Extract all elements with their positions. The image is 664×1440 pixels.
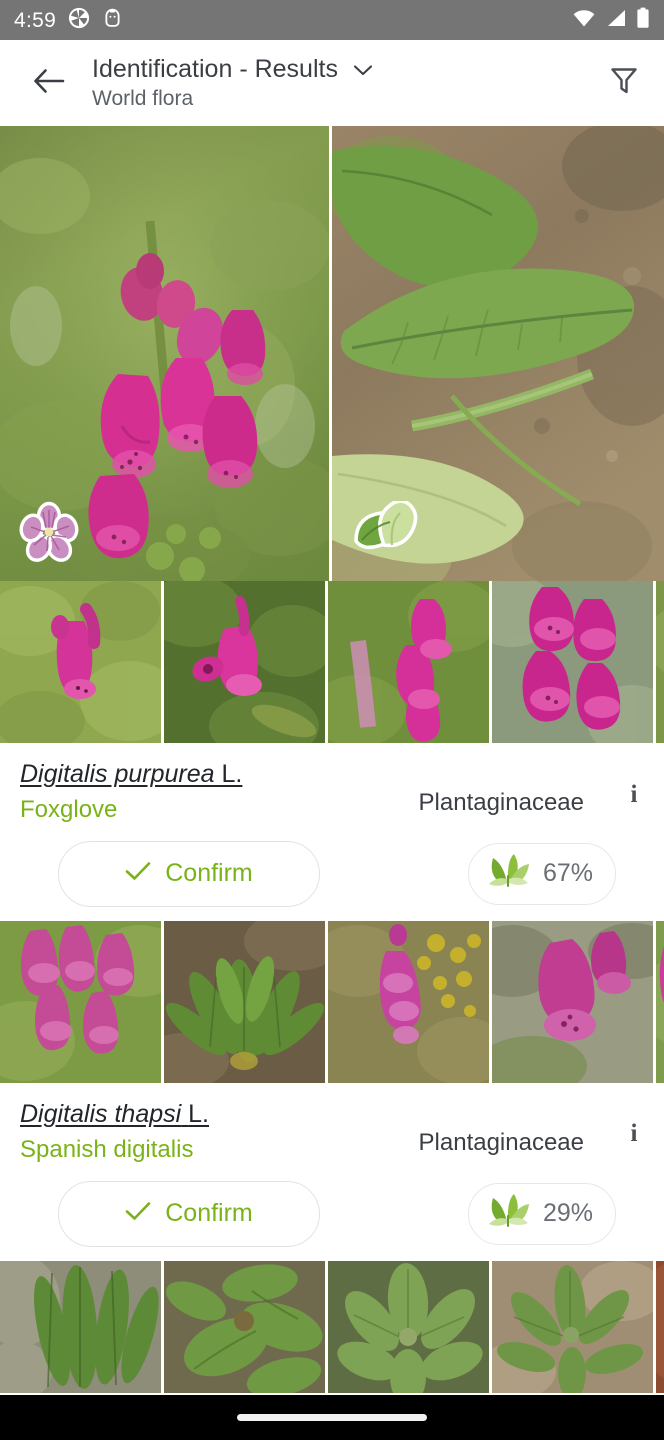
thumbnail-image[interactable]: [0, 581, 161, 743]
thumbnail-image[interactable]: [492, 920, 653, 1083]
thumbnail-image[interactable]: [0, 1260, 161, 1393]
thumbnail-image[interactable]: [492, 1260, 653, 1393]
leaf-sprig-icon: [485, 852, 531, 895]
flower-organ-icon: [18, 501, 80, 563]
confirm-label: Confirm: [165, 859, 253, 888]
family-name: Plantaginaceae: [418, 789, 584, 816]
score-badge[interactable]: 29%: [468, 1182, 616, 1245]
scientific-name[interactable]: Digitalis purpurea L.: [20, 759, 242, 789]
result-thumbnail-strip[interactable]: [0, 1260, 664, 1393]
score-value: 67%: [543, 859, 594, 888]
thumbnail-image[interactable]: [656, 1260, 664, 1393]
confirm-label: Confirm: [165, 1199, 253, 1228]
family-name: Plantaginaceae: [418, 1128, 584, 1156]
page-subtitle: World flora: [92, 87, 194, 111]
result-meta: Plantaginaceae i: [419, 1099, 644, 1158]
result-thumbnail-strip[interactable]: [0, 920, 664, 1083]
thumbnail-image[interactable]: [656, 581, 664, 743]
result-header: Digitalis thapsi L. Spanish digitalis Pl…: [20, 1099, 644, 1165]
status-bar-right: [572, 7, 650, 34]
name-author: L.: [221, 760, 243, 788]
android-face-icon: [102, 7, 123, 34]
battery-icon: [636, 7, 650, 34]
app-screen: 4:59 Identification - Results World flor…: [0, 0, 664, 1440]
check-icon: [125, 1201, 151, 1226]
thumbnail-image[interactable]: [164, 920, 325, 1083]
confirm-button[interactable]: Confirm: [58, 1180, 320, 1247]
result-header: Digitalis purpurea L. Foxglove Plantagin…: [20, 759, 644, 825]
check-icon: [125, 861, 151, 886]
query-images: [0, 126, 664, 581]
filter-funnel-icon: [609, 65, 639, 102]
result-meta: Plantaginaceae i: [419, 759, 644, 818]
thumbnail-image[interactable]: [492, 581, 653, 743]
thumbnail-image[interactable]: [328, 581, 489, 743]
score-badge[interactable]: 67%: [468, 842, 616, 905]
result-row: Digitalis purpurea L. Foxglove Plantagin…: [0, 743, 664, 921]
thumbnail-image[interactable]: [164, 581, 325, 743]
result-names: Digitalis thapsi L. Spanish digitalis: [20, 1099, 209, 1165]
result-actions: Confirm 67%: [20, 840, 644, 907]
chevron-down-icon[interactable]: [352, 63, 374, 82]
thumbnail-image[interactable]: [328, 1260, 489, 1393]
status-bar: 4:59: [0, 0, 664, 40]
back-button[interactable]: [24, 59, 72, 107]
gesture-home-handle[interactable]: [237, 1414, 427, 1421]
confirm-button[interactable]: Confirm: [58, 840, 320, 907]
score-value: 29%: [543, 1199, 594, 1228]
title-row: Identification - Results: [92, 55, 374, 84]
thumbnail-image[interactable]: [328, 920, 489, 1083]
status-bar-left: 4:59: [14, 7, 123, 34]
query-image-flower[interactable]: [0, 126, 329, 581]
result-names: Digitalis purpurea L. Foxglove: [20, 759, 242, 825]
info-icon[interactable]: i: [624, 781, 644, 807]
result-row: Digitalis thapsi L. Spanish digitalis Pl…: [0, 1082, 664, 1261]
page-title: Identification - Results: [92, 54, 338, 83]
scientific-name[interactable]: Digitalis thapsi L.: [20, 1099, 209, 1129]
thumbnail-image[interactable]: [164, 1260, 325, 1393]
wifi-icon: [572, 8, 596, 33]
leaf-organ-icon: [350, 499, 418, 563]
back-arrow-icon: [32, 67, 65, 100]
common-name: Spanish digitalis: [20, 1135, 194, 1163]
app-bar: Identification - Results World flora: [0, 40, 664, 126]
status-bar-clock: 4:59: [14, 8, 57, 32]
common-name: Foxglove: [20, 796, 118, 823]
name-author: L.: [188, 1099, 209, 1128]
result-actions: Confirm 29%: [20, 1180, 644, 1247]
system-navigation-bar: [0, 1395, 664, 1440]
thumbnail-image[interactable]: [0, 920, 161, 1083]
camera-shutter-icon: [68, 7, 90, 34]
thumbnail-image[interactable]: [656, 920, 664, 1083]
query-image-leaf[interactable]: [332, 126, 664, 581]
info-icon[interactable]: i: [624, 1121, 644, 1147]
leaf-sprig-icon: [485, 1192, 531, 1235]
app-bar-titles: Identification - Results World flora: [92, 55, 374, 112]
result-thumbnail-strip[interactable]: [0, 581, 664, 743]
cellular-signal-icon: [605, 8, 627, 33]
filter-button[interactable]: [598, 57, 650, 109]
